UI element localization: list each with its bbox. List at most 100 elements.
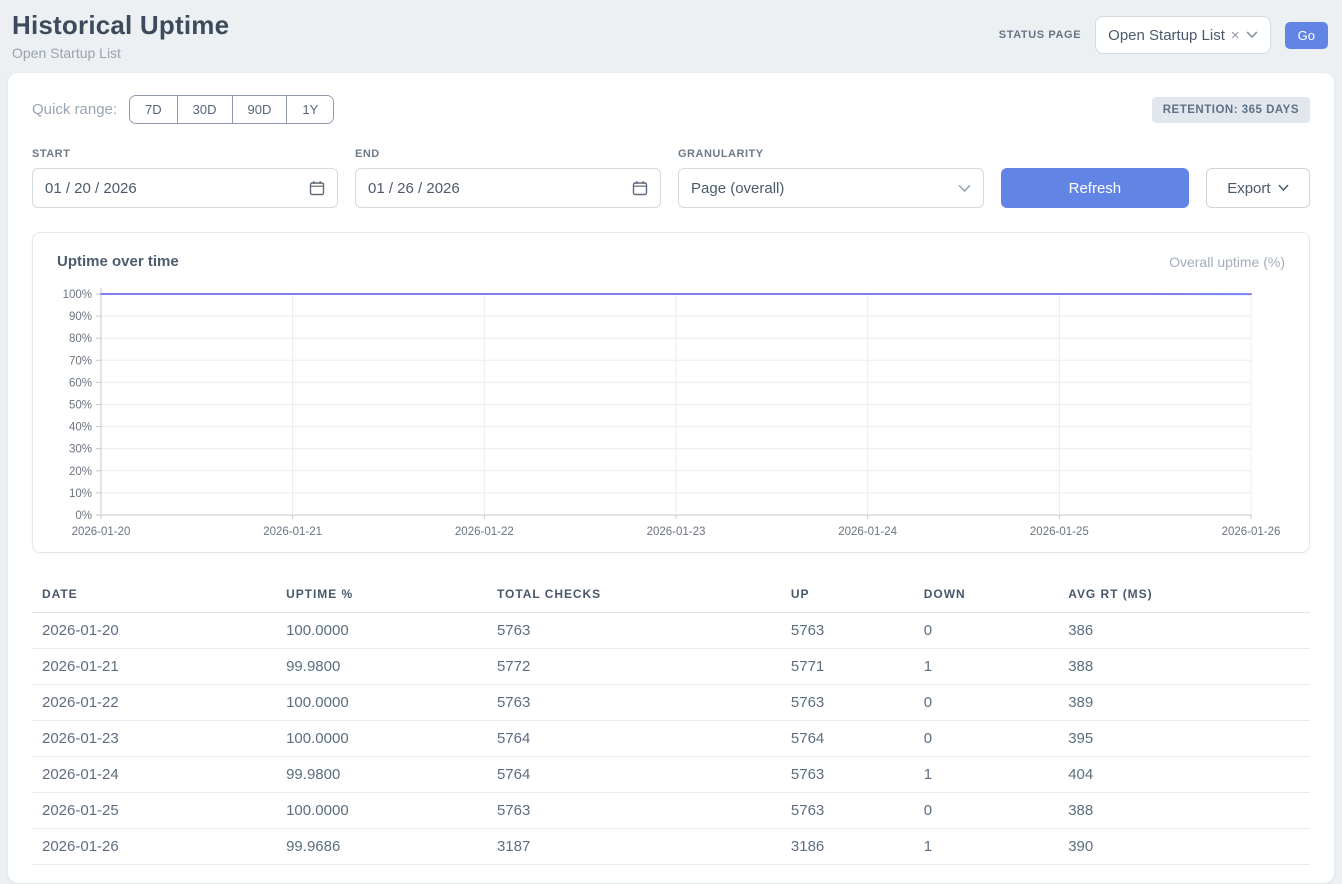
column-header: UPTIME %	[276, 577, 487, 613]
export-button-label: Export	[1227, 180, 1270, 197]
granularity-selected-value: Page (overall)	[691, 180, 784, 197]
chart-title: Uptime over time	[57, 253, 179, 270]
table-cell: 5764	[781, 721, 914, 757]
svg-text:2026-01-22: 2026-01-22	[455, 526, 514, 538]
table-row: 2026-01-2499.9800576457631404	[32, 757, 1310, 793]
svg-text:2026-01-23: 2026-01-23	[647, 526, 706, 538]
main-panel: Quick range: 7D30D90D1Y RETENTION: 365 D…	[8, 73, 1334, 883]
table-cell: 1	[914, 757, 1058, 793]
status-page-selected-value: Open Startup List	[1108, 27, 1225, 44]
table-cell: 99.9800	[276, 649, 487, 685]
quick-range-label: Quick range:	[32, 101, 117, 118]
table-cell: 5763	[487, 793, 781, 829]
table-cell: 0	[914, 793, 1058, 829]
quick-range-1y[interactable]: 1Y	[287, 96, 333, 123]
table-cell: 2026-01-25	[32, 793, 276, 829]
table-cell: 99.9686	[276, 829, 487, 865]
table-cell: 2026-01-24	[32, 757, 276, 793]
calendar-icon[interactable]	[632, 180, 648, 196]
uptime-line-chart: 0%10%20%30%40%50%60%70%80%90%100%2026-01…	[57, 282, 1285, 540]
table-cell: 5763	[487, 685, 781, 721]
table-cell: 389	[1058, 685, 1310, 721]
table-cell: 2026-01-26	[32, 829, 276, 865]
table-cell: 5764	[487, 721, 781, 757]
chevron-down-icon	[1246, 31, 1258, 39]
clear-selection-icon[interactable]: ×	[1231, 28, 1240, 43]
export-button[interactable]: Export	[1206, 168, 1310, 208]
svg-text:2026-01-26: 2026-01-26	[1222, 526, 1281, 538]
table-header-row: DATEUPTIME %TOTAL CHECKSUPDOWNAVG RT (MS…	[32, 577, 1310, 613]
svg-text:2026-01-24: 2026-01-24	[838, 526, 897, 538]
status-page-select[interactable]: Open Startup List ×	[1095, 16, 1271, 54]
table-cell: 0	[914, 721, 1058, 757]
retention-badge: RETENTION: 365 DAYS	[1152, 97, 1310, 123]
svg-text:10%: 10%	[69, 488, 92, 500]
table-cell: 2026-01-23	[32, 721, 276, 757]
table-cell: 3186	[781, 829, 914, 865]
table-cell: 5763	[487, 613, 781, 649]
table-cell: 3187	[487, 829, 781, 865]
chevron-down-icon	[1278, 184, 1289, 192]
table-cell: 386	[1058, 613, 1310, 649]
refresh-button[interactable]: Refresh	[1001, 168, 1189, 208]
table-row: 2026-01-25100.0000576357630388	[32, 793, 1310, 829]
table-cell: 0	[914, 685, 1058, 721]
page-header: Historical Uptime Open Startup List STAT…	[0, 0, 1342, 73]
table-cell: 100.0000	[276, 793, 487, 829]
quick-range-90d[interactable]: 90D	[233, 96, 288, 123]
svg-text:30%: 30%	[69, 444, 92, 456]
table-cell: 388	[1058, 649, 1310, 685]
column-header: TOTAL CHECKS	[487, 577, 781, 613]
table-cell: 404	[1058, 757, 1310, 793]
status-page-label: STATUS PAGE	[999, 29, 1081, 41]
table-cell: 5763	[781, 793, 914, 829]
table-cell: 5763	[781, 685, 914, 721]
svg-text:0%: 0%	[75, 510, 92, 522]
quick-range-group: 7D30D90D1Y	[129, 95, 334, 124]
svg-text:2026-01-25: 2026-01-25	[1030, 526, 1089, 538]
end-date-label: END	[355, 148, 661, 160]
uptime-chart-card: Uptime over time Overall uptime (%) 0%10…	[32, 232, 1310, 553]
quick-range-30d[interactable]: 30D	[178, 96, 233, 123]
table-cell: 1	[914, 649, 1058, 685]
table-cell: 5763	[781, 613, 914, 649]
table-cell: 100.0000	[276, 613, 487, 649]
go-button[interactable]: Go	[1285, 22, 1328, 49]
column-header: UP	[781, 577, 914, 613]
table-cell: 388	[1058, 793, 1310, 829]
column-header: DOWN	[914, 577, 1058, 613]
page-subtitle: Open Startup List	[12, 45, 229, 61]
svg-text:60%: 60%	[69, 377, 92, 389]
page-title: Historical Uptime	[12, 10, 229, 41]
column-header: AVG RT (MS)	[1058, 577, 1310, 613]
start-date-value: 01 / 20 / 2026	[45, 180, 137, 197]
table-cell: 2026-01-20	[32, 613, 276, 649]
svg-text:100%: 100%	[63, 289, 92, 301]
svg-text:2026-01-20: 2026-01-20	[72, 526, 131, 538]
svg-text:80%: 80%	[69, 333, 92, 345]
table-cell: 2026-01-22	[32, 685, 276, 721]
table-row: 2026-01-22100.0000576357630389	[32, 685, 1310, 721]
column-header: DATE	[32, 577, 276, 613]
end-date-value: 01 / 26 / 2026	[368, 180, 460, 197]
table-cell: 100.0000	[276, 721, 487, 757]
table-row: 2026-01-20100.0000576357630386	[32, 613, 1310, 649]
start-date-label: START	[32, 148, 338, 160]
quick-range-7d[interactable]: 7D	[130, 96, 178, 123]
calendar-icon[interactable]	[309, 180, 325, 196]
table-cell: 99.9800	[276, 757, 487, 793]
start-date-input[interactable]: 01 / 20 / 2026	[32, 168, 338, 208]
table-cell: 2026-01-21	[32, 649, 276, 685]
chevron-down-icon	[958, 184, 971, 193]
table-cell: 5763	[781, 757, 914, 793]
svg-text:90%: 90%	[69, 311, 92, 323]
table-cell: 5764	[487, 757, 781, 793]
svg-text:20%: 20%	[69, 466, 92, 478]
uptime-table: DATEUPTIME %TOTAL CHECKSUPDOWNAVG RT (MS…	[32, 577, 1310, 865]
table-row: 2026-01-2699.9686318731861390	[32, 829, 1310, 865]
table-cell: 5772	[487, 649, 781, 685]
table-cell: 1	[914, 829, 1058, 865]
granularity-select[interactable]: Page (overall)	[678, 168, 984, 208]
end-date-input[interactable]: 01 / 26 / 2026	[355, 168, 661, 208]
table-cell: 395	[1058, 721, 1310, 757]
